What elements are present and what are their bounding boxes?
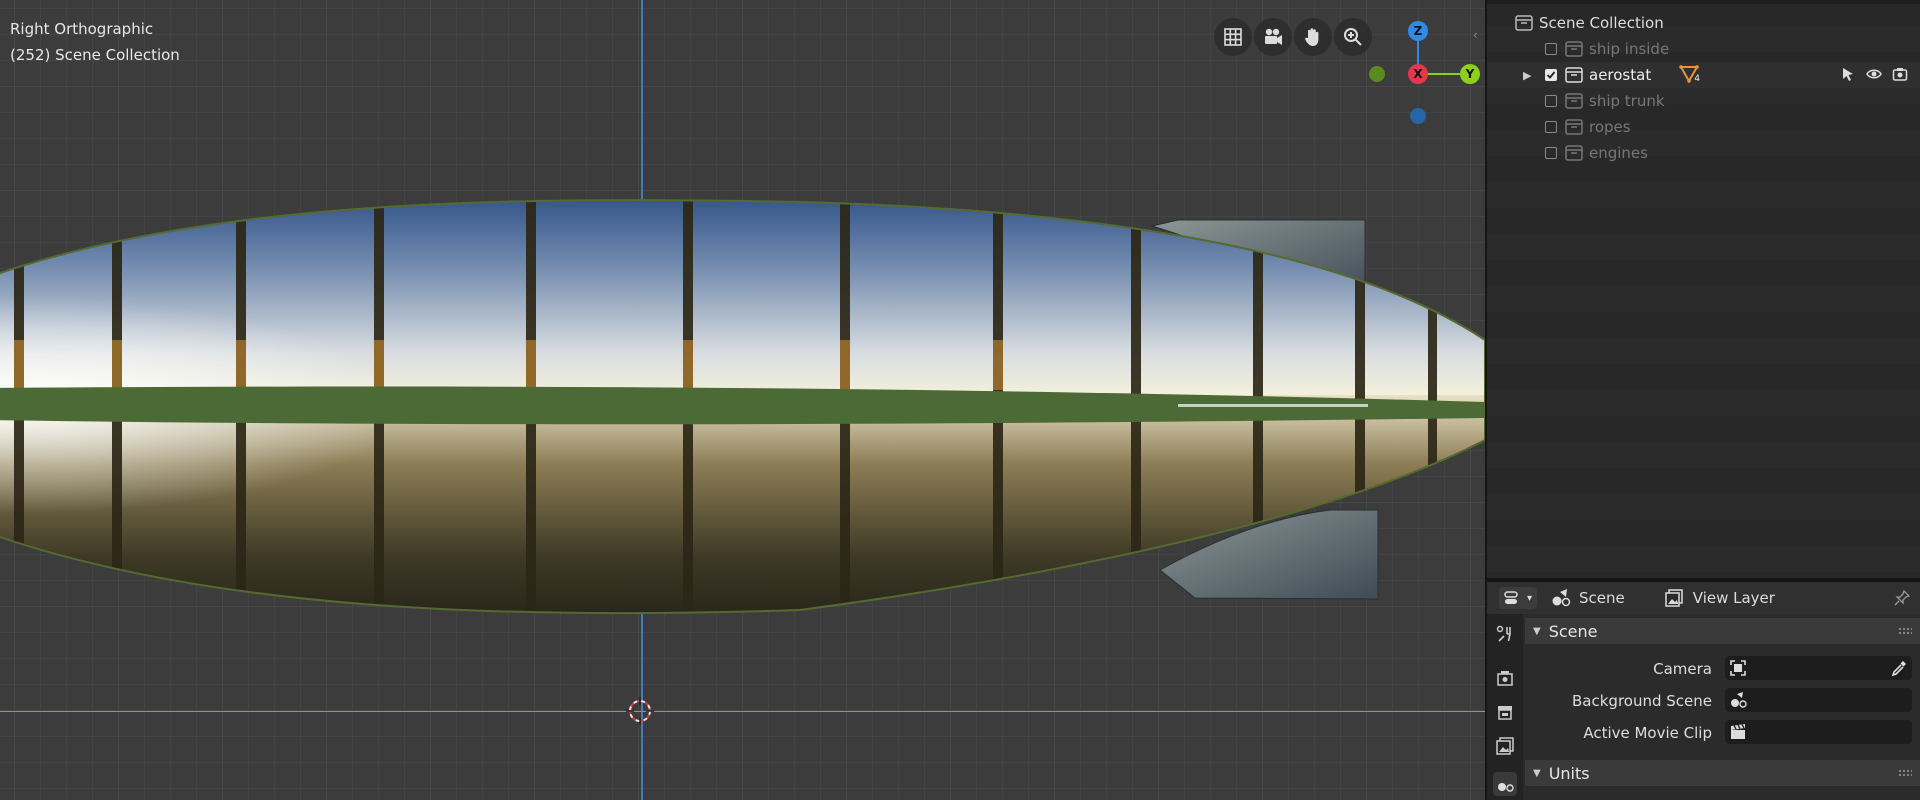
render-camera-icon[interactable] [1892,66,1908,82]
scene-collection-row[interactable]: Scene Collection [1487,10,1920,36]
axis-gizmo[interactable]: Z X Y [1365,16,1485,126]
mesh-data-icon[interactable]: 4 [1679,65,1701,85]
chevron-down-icon: ▼ [1533,767,1541,779]
gizmo-neg-y-axis[interactable] [1369,66,1385,82]
exclude-checkbox[interactable] [1545,43,1557,55]
outliner-item-ship-trunk[interactable]: ship trunk [1487,88,1920,114]
gizmo-z-axis[interactable]: Z [1408,21,1428,41]
outliner-item-label: ship inside [1589,40,1670,58]
outliner-item-label: engines [1589,144,1648,162]
properties-editor-icon [1504,591,1518,604]
scene-icon [1552,589,1571,607]
panel-title: Units [1548,763,1590,783]
tab-scene[interactable] [1493,772,1517,796]
tab-render[interactable] [1493,666,1517,690]
grid-icon[interactable] [1214,18,1252,56]
clapperboard-icon [1731,724,1745,739]
active-movie-clip-field[interactable] [1725,720,1912,744]
outliner-item-label: ship trunk [1589,92,1665,110]
camera-label: Camera [1653,660,1712,678]
panel-scene-header[interactable]: ▼ Scene [1525,618,1920,644]
render-icon [1497,671,1513,686]
expand-arrow-icon[interactable]: ▶ [1523,69,1537,82]
outliner-item-ropes[interactable]: ropes [1487,114,1920,140]
outliner-item-ship-inside[interactable]: ship inside [1487,36,1920,62]
outliner-header-strip [1487,0,1920,4]
view-name: Right Orthographic [10,20,154,38]
drag-grip-icon[interactable] [1898,627,1912,635]
camera-property: Camera [1525,654,1920,682]
view-layer-label: View Layer [1692,589,1775,607]
drag-grip-icon[interactable] [1898,769,1912,777]
chevron-down-icon: ▼ [1533,625,1541,637]
camera-field[interactable] [1725,656,1912,680]
active-movie-clip-property: Active Movie Clip [1525,718,1920,746]
3d-viewport[interactable]: Right Orthographic (252) Scene Collectio… [0,0,1485,800]
scene-selector-label: Scene [1579,589,1625,607]
select-arrow-icon[interactable] [1840,66,1856,82]
3d-cursor-icon [626,697,654,725]
properties-tabs [1487,614,1523,800]
view-layer-selector[interactable]: View Layer [1665,589,1775,607]
panel-title: Scene [1548,621,1598,641]
outliner-item-label: aerostat [1589,66,1652,84]
scene-icon [1498,783,1514,792]
scene-icon [1731,692,1747,708]
gizmo-x-axis[interactable]: X [1408,64,1428,84]
background-scene-label: Background Scene [1572,692,1712,710]
view-layer-icon [1665,589,1683,607]
eye-icon[interactable] [1866,66,1882,82]
outliner-item-aerostat[interactable]: ▶ aerostat 4 [1487,62,1920,88]
scene-collection-label: Scene Collection [1539,14,1664,32]
scene-selector[interactable]: Scene [1551,589,1625,607]
collection-icon [1565,93,1583,109]
collection-icon [1515,15,1533,31]
tab-view-layer[interactable] [1493,734,1517,758]
hand-icon[interactable] [1294,18,1332,56]
exclude-checkbox[interactable] [1545,147,1557,159]
camera-object-icon [1730,660,1746,676]
airship-model[interactable] [0,190,1485,620]
editor-type-button[interactable]: ▾ [1499,587,1538,609]
exclude-checkbox[interactable] [1545,121,1557,133]
image-layers-icon [1496,737,1514,755]
pin-icon[interactable] [1894,590,1910,606]
chevron-left-icon[interactable]: ‹ [1473,28,1485,46]
eyedropper-icon[interactable] [1890,659,1908,677]
properties-editor[interactable]: ▾ Scene View Layer ▼ Scene Camera Backgr… [1487,582,1920,800]
collection-icon [1565,67,1583,83]
collection-icon [1565,145,1583,161]
exclude-checkbox[interactable] [1545,95,1557,107]
outliner-item-label: ropes [1589,118,1631,136]
collection-icon [1565,41,1583,57]
gizmo-y-axis[interactable]: Y [1460,64,1480,84]
gizmo-neg-z-axis[interactable] [1410,108,1426,124]
panel-units-header[interactable]: ▼ Units [1525,760,1920,786]
exclude-checkbox[interactable] [1545,69,1557,81]
collection-info: (252) Scene Collection [10,46,180,64]
y-axis-line [0,711,1485,712]
mesh-count-badge: 4 [1694,74,1700,84]
background-scene-field[interactable] [1725,688,1912,712]
collection-icon [1565,119,1583,135]
chevron-down-icon: ▾ [1527,592,1533,604]
tab-output[interactable] [1493,700,1517,724]
tab-tool[interactable] [1493,622,1517,646]
outliner[interactable]: Scene Collection ship inside ▶ aerostat … [1487,0,1920,578]
camera-icon[interactable] [1254,18,1292,56]
properties-header: ▾ Scene View Layer [1487,582,1920,614]
active-movie-clip-label: Active Movie Clip [1583,724,1712,742]
outliner-item-engines[interactable]: engines [1487,140,1920,166]
tool-icon [1496,625,1511,642]
output-icon [1498,706,1512,720]
background-scene-property: Background Scene [1525,686,1920,714]
